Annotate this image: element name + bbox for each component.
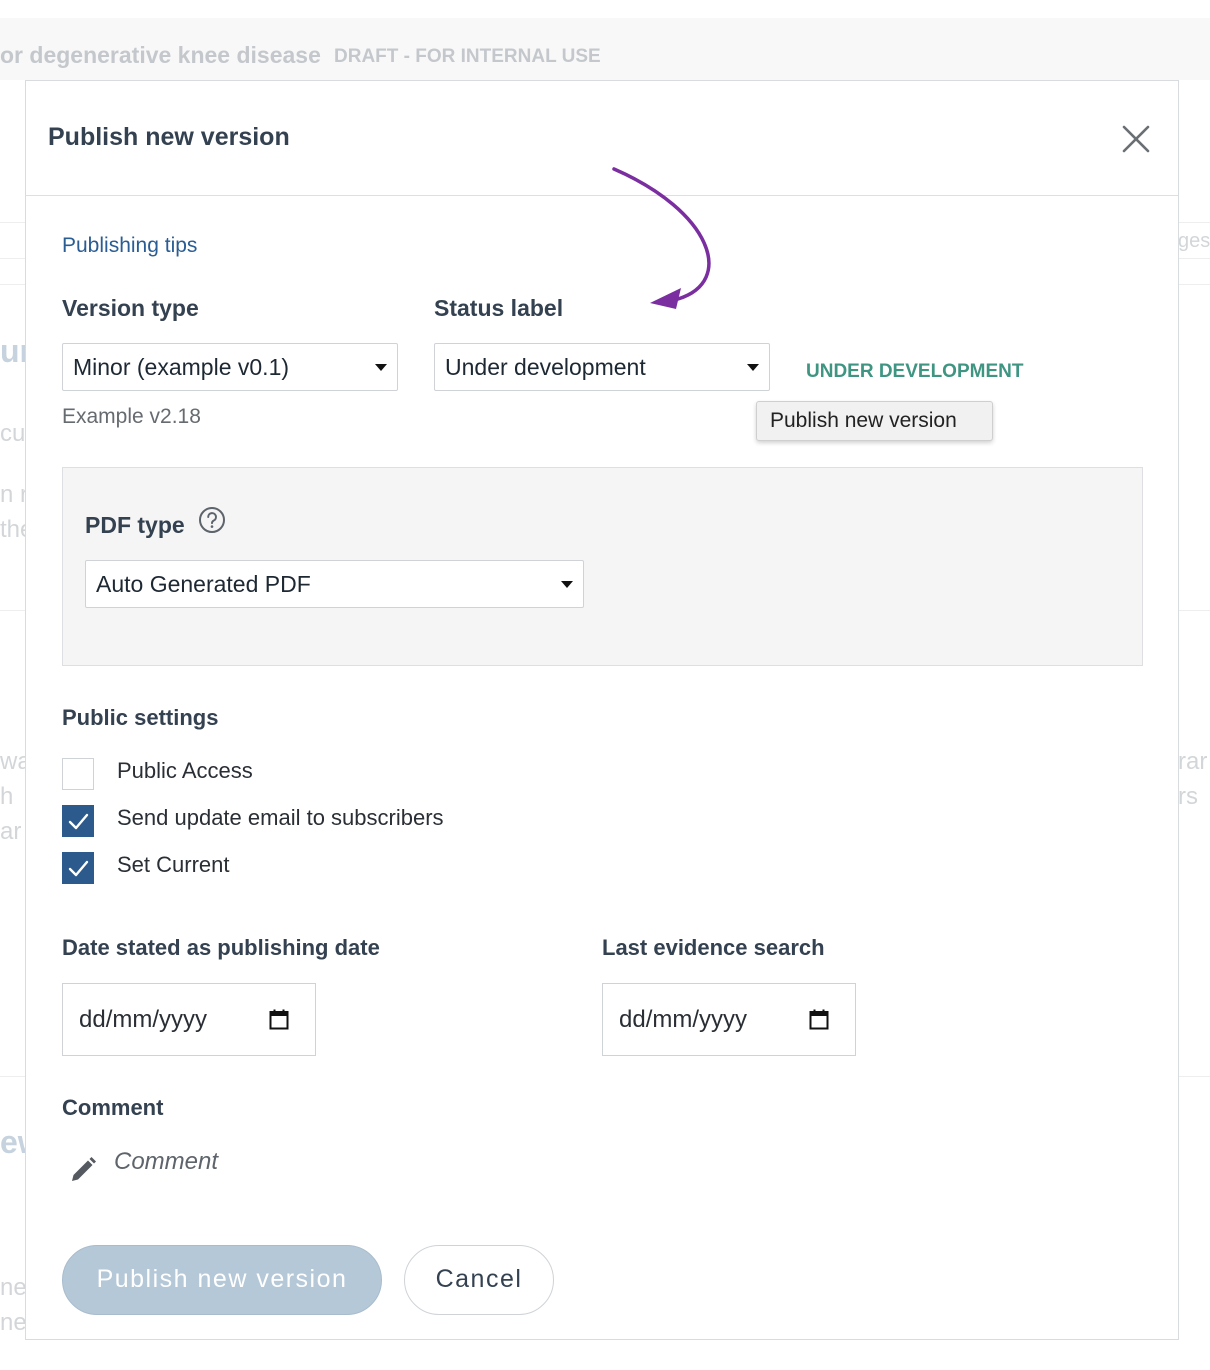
- set-current-label: Set Current: [117, 852, 230, 877]
- publish-button-label: Publish new version: [96, 1265, 348, 1293]
- comment-label: Comment: [62, 1095, 164, 1120]
- help-circle-icon[interactable]: [198, 506, 226, 534]
- calendar-icon[interactable]: [269, 1009, 289, 1030]
- version-type-select[interactable]: Minor (example v0.1): [62, 343, 398, 391]
- status-label-select[interactable]: Under development: [434, 343, 770, 391]
- background-text-fragment: cu: [0, 420, 26, 447]
- pencil-icon: [72, 1157, 96, 1181]
- last-evidence-search-label: Last evidence search: [602, 935, 825, 960]
- public-settings-heading: Public settings: [62, 705, 219, 730]
- chevron-down-icon: [375, 364, 387, 371]
- publishing-tips-link[interactable]: Publishing tips: [62, 234, 197, 258]
- version-type-label: Version type: [62, 295, 199, 321]
- last-evidence-search-placeholder: dd/mm/yyyy: [619, 1006, 748, 1033]
- cancel-button-label: Cancel: [435, 1265, 523, 1293]
- background-text-fragment: rar: [1178, 748, 1208, 775]
- cancel-button[interactable]: Cancel: [404, 1245, 554, 1315]
- tooltip: Publish new version: [756, 401, 993, 441]
- publishing-date-label: Date stated as publishing date: [62, 935, 380, 960]
- close-icon[interactable]: [1118, 121, 1154, 157]
- background-text-fragment: h: [0, 783, 14, 810]
- pdf-type-label: PDF type: [85, 512, 185, 538]
- publish-new-version-button[interactable]: Publish new version: [62, 1245, 382, 1315]
- send-update-email-label: Send update email to subscribers: [117, 805, 444, 830]
- version-type-value: Minor (example v0.1): [73, 354, 290, 380]
- dialog-title: Publish new version: [48, 123, 290, 151]
- background-page-title: or degenerative knee disease: [0, 42, 321, 68]
- pdf-type-value: Auto Generated PDF: [96, 571, 311, 597]
- publishing-date-placeholder: dd/mm/yyyy: [79, 1006, 208, 1033]
- status-label-value: Under development: [445, 354, 646, 380]
- annotation-arrow-icon: [612, 167, 711, 309]
- dialog-header: Publish new version: [26, 81, 1178, 196]
- chevron-down-icon: [561, 581, 573, 588]
- send-update-email-checkbox[interactable]: [62, 805, 94, 837]
- set-current-checkbox[interactable]: [62, 852, 94, 884]
- chevron-down-icon: [747, 364, 759, 371]
- public-access-checkbox[interactable]: [62, 758, 94, 790]
- background-draft-label: DRAFT - FOR INTERNAL USE: [334, 46, 601, 67]
- checkmark-icon: [68, 813, 89, 830]
- tooltip-text: Publish new version: [770, 409, 957, 432]
- checkmark-icon: [68, 860, 89, 877]
- status-label-label: Status label: [434, 295, 564, 321]
- background-text-fragment: n r: [0, 481, 29, 508]
- publishing-date-input[interactable]: dd/mm/yyyy: [62, 983, 316, 1056]
- background-text-fragment: ges: [1178, 230, 1210, 252]
- calendar-icon[interactable]: [809, 1009, 829, 1030]
- pdf-type-select[interactable]: Auto Generated PDF: [85, 560, 584, 608]
- last-evidence-search-input[interactable]: dd/mm/yyyy: [602, 983, 856, 1056]
- background-text-fragment: ar: [0, 818, 22, 845]
- background-text-fragment: rs: [1178, 783, 1198, 810]
- comment-input[interactable]: Comment: [114, 1148, 218, 1176]
- status-badge: UNDER DEVELOPMENT: [806, 361, 1024, 382]
- publish-version-dialog: Publish new version Publishing tips Vers…: [25, 80, 1179, 1340]
- version-example-text: Example v2.18: [62, 405, 201, 428]
- public-access-label: Public Access: [117, 758, 253, 783]
